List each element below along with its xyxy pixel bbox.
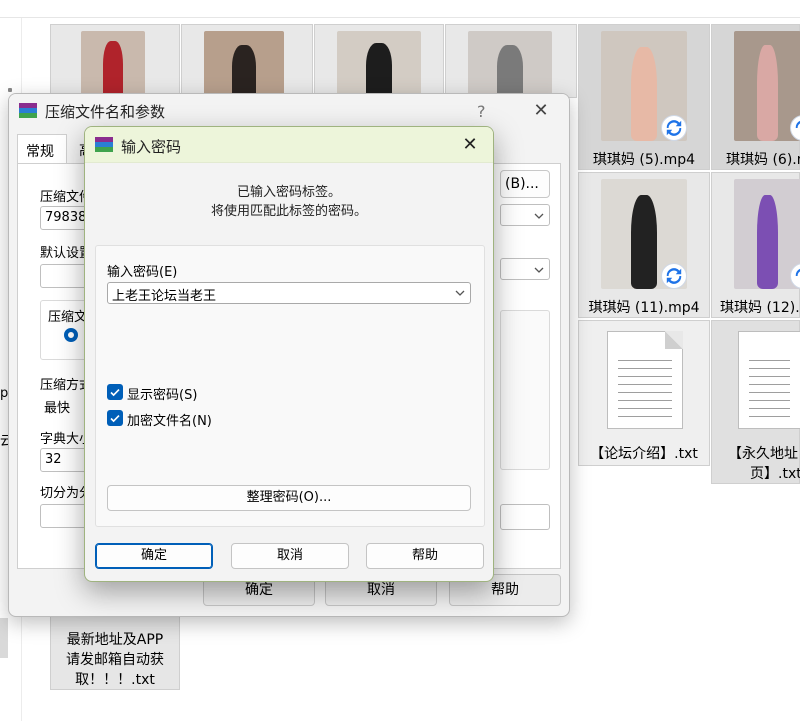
dialog-title: 压缩文件名和参数 [45, 103, 166, 121]
password-value: 上老王论坛当老王 [112, 289, 217, 304]
chevron-down-icon [534, 213, 544, 219]
checkbox-checked-icon[interactable] [107, 410, 123, 426]
file-tile-video[interactable]: 琪琪妈 (12).r [711, 172, 800, 318]
file-tile-video[interactable] [181, 24, 313, 99]
password-input[interactable]: 上老王论坛当老王 [107, 282, 471, 304]
winrar-icon [19, 103, 37, 119]
enter-password-dialog[interactable]: 输入密码 ✕ 已输入密码标签。 将使用匹配此标签的密码。 输入密码(E) 上老王… [84, 126, 494, 582]
checkbox-label: 显示密码(S) [127, 388, 198, 403]
file-name-line: 【永久地址 [728, 446, 798, 462]
file-tile-text[interactable]: 【论坛介绍】.txt [578, 320, 710, 466]
ok-button[interactable]: 确定 [95, 543, 213, 569]
nav-dot [8, 88, 12, 92]
info-text: 将使用匹配此标签的密码。 [210, 204, 367, 219]
checkbox-label: 加密文件名(N) [127, 414, 212, 429]
checkbox-checked-icon[interactable] [107, 384, 123, 400]
close-button[interactable]: ✕ [455, 133, 485, 157]
chevron-down-icon[interactable] [454, 287, 466, 299]
nav-scrollbar[interactable] [0, 618, 8, 658]
file-tile-video[interactable] [445, 24, 577, 99]
chevron-down-icon [534, 267, 544, 273]
info-text: 已输入密码标签。 [236, 185, 341, 200]
video-thumbnail [468, 31, 552, 99]
dialog-title-bar[interactable]: 输入密码 ✕ [85, 127, 493, 163]
video-thumbnail [337, 31, 421, 99]
file-name: 琪琪妈 (12).r [720, 300, 800, 316]
explorer-top-strip [0, 0, 800, 18]
browse-button[interactable]: (B)... [500, 170, 550, 198]
format-radio[interactable] [64, 328, 78, 342]
file-tile-video[interactable] [50, 24, 180, 99]
organize-passwords-button[interactable]: 整理密码(O)... [107, 485, 471, 511]
password-button-area[interactable] [500, 504, 550, 530]
file-name: 【论坛介绍】.txt [590, 446, 698, 462]
text-file-icon [738, 331, 800, 429]
file-tile-video[interactable]: 琪琪妈 (11).mp4 [578, 172, 710, 318]
dialog-title-bar[interactable]: 压缩文件名和参数 ? ✕ [9, 94, 569, 128]
file-name-line: 请发邮箱自动获 [66, 652, 164, 668]
file-tile-video[interactable]: 琪琪妈 (6).n [711, 24, 800, 170]
file-tile-video[interactable] [314, 24, 444, 99]
file-name: 琪琪妈 (6).n [726, 152, 800, 168]
text-file-icon [607, 331, 683, 429]
sync-status-icon [661, 263, 687, 289]
file-name: 琪琪妈 (11).mp4 [588, 300, 700, 316]
sync-status-icon [661, 115, 687, 141]
update-mode-select[interactable] [500, 204, 550, 226]
password-label: 输入密码(E) [107, 265, 178, 280]
file-name: 琪琪妈 (5).mp4 [592, 152, 696, 168]
video-thumbnail [204, 31, 284, 99]
help-button[interactable]: ? [477, 102, 486, 121]
file-name-line: 页】.txt [750, 466, 800, 482]
archiving-options-group [500, 310, 550, 470]
tab-general[interactable]: 常规 [17, 134, 67, 164]
cancel-button[interactable]: 取消 [231, 543, 349, 569]
profile-select[interactable] [500, 258, 550, 280]
close-button[interactable]: ✕ [527, 100, 555, 122]
file-name-line: 取！！！.txt [75, 672, 155, 688]
video-thumbnail [81, 31, 145, 99]
file-name-line: 最新地址及APP [66, 632, 164, 648]
file-tile-text[interactable]: 最新地址及APP 请发邮箱自动获 取！！！.txt [50, 614, 180, 690]
file-tile-video[interactable]: 琪琪妈 (5).mp4 [578, 24, 710, 170]
help-button[interactable]: 帮助 [366, 543, 484, 569]
file-tile-text[interactable]: 【永久地址 页】.txt [711, 320, 800, 484]
dialog-title: 输入密码 [121, 138, 182, 156]
winrar-icon [95, 137, 113, 153]
